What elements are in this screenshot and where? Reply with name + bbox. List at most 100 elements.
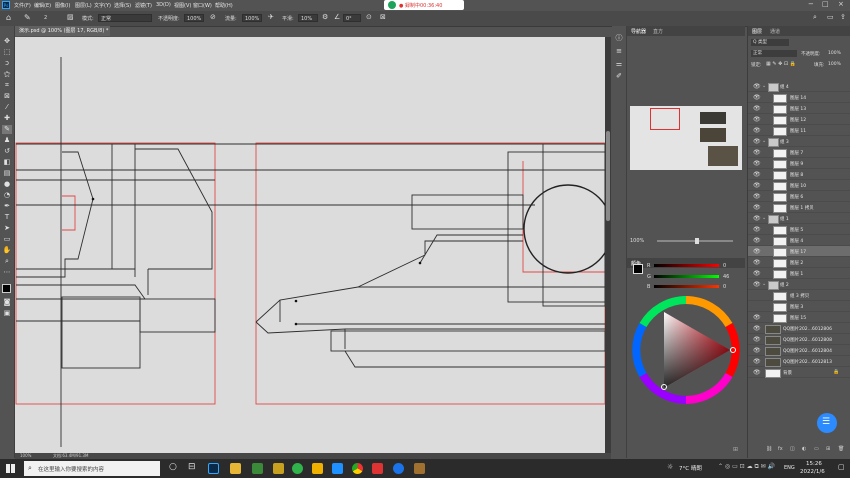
hand-tool-icon[interactable]: ✋ (2, 246, 12, 255)
document-tab[interactable]: 演示.psd @ 100% (图层 17, RGB/8) * (15, 26, 110, 36)
eye-icon[interactable]: 👁 (753, 116, 761, 123)
clock-time[interactable]: 15:26 (806, 461, 822, 467)
chevron-down-icon[interactable]: ⌄ (762, 215, 766, 221)
blend-mode-select[interactable]: 正常 (751, 50, 797, 57)
app-icon-3[interactable] (292, 463, 303, 474)
windows-start-icon[interactable] (6, 464, 15, 473)
mask-icon[interactable]: ◫ (790, 446, 795, 452)
taskbar-search-box[interactable]: ⌕ 在这里输入你要搜索的内容 (24, 461, 160, 476)
g-value[interactable]: 46 (723, 274, 729, 280)
eye-icon[interactable]: 👁 (753, 314, 761, 321)
tab-navigator[interactable]: 导航器 (631, 28, 646, 35)
maximize-icon[interactable]: □ (822, 0, 829, 8)
layer-row[interactable]: 👁 图层 12 (748, 114, 850, 125)
panel-resize-icon[interactable]: ⊞ (733, 446, 738, 453)
task-view-icon[interactable]: ○ (169, 462, 177, 472)
eye-icon[interactable]: 👁 (753, 369, 761, 376)
quick-mask-icon[interactable]: ◙ (2, 298, 12, 307)
eye-icon[interactable]: 👁 (753, 259, 761, 266)
layer-row[interactable]: 👁 QQ图片202...6012808 (748, 334, 850, 345)
eye-icon[interactable]: 👁 (753, 193, 761, 200)
smooth-field[interactable]: 10% (298, 14, 318, 22)
screen-mode-icon[interactable]: ▣ (2, 309, 12, 318)
chevron-down-icon[interactable]: ⌄ (762, 281, 766, 287)
layer-row[interactable]: 👁 QQ图片202...6012813 (748, 356, 850, 367)
layer-opacity-value[interactable]: 100% (828, 51, 841, 56)
gradient-tool-icon[interactable]: ▤ (2, 169, 12, 178)
layer-row[interactable]: 👁 图层 6 (748, 191, 850, 202)
layer-row[interactable]: 👁 ⌄ 组 1 (748, 213, 850, 224)
navigator-zoom-handle[interactable] (695, 238, 699, 244)
menu-layer[interactable]: 图层(L) (75, 2, 92, 9)
app-icon-4[interactable] (312, 463, 323, 474)
file-explorer-icon[interactable] (230, 463, 241, 474)
crop-tool-icon[interactable]: ⌗ (2, 81, 12, 90)
eye-icon[interactable]: 👁 (753, 336, 761, 343)
foreground-color-swatch[interactable] (2, 284, 11, 293)
chevron-down-icon[interactable]: ⌄ (762, 138, 766, 144)
multitask-icon[interactable]: ⊟ (188, 462, 196, 472)
eye-icon[interactable]: 👁 (753, 160, 761, 167)
layer-row[interactable]: 👁 图层 7 (748, 147, 850, 158)
layer-row[interactable]: 图层 3 (748, 301, 850, 312)
new-layer-icon[interactable]: ⊞ (826, 446, 830, 452)
eye-icon[interactable]: 👁 (753, 347, 761, 354)
close-icon[interactable]: × (838, 0, 844, 8)
eye-icon[interactable]: 👁 (753, 281, 761, 288)
r-slider[interactable] (654, 264, 719, 267)
brush-tool-icon[interactable]: ✎ (24, 13, 31, 22)
workspace-icon[interactable]: ▭ (827, 13, 834, 21)
tray-icons[interactable]: ⌃ ◎ ▭ ⊡ ☁ ⧉ ✉ 🔊 (718, 463, 775, 471)
layer-row[interactable]: 👁 图层 15 (748, 312, 850, 323)
home-icon[interactable]: ⌂ (6, 13, 11, 22)
canvas[interactable] (15, 37, 605, 453)
dodge-tool-icon[interactable]: ◔ (2, 191, 12, 200)
info-icon[interactable]: ⓘ (614, 34, 624, 43)
layer-row[interactable]: 👁 QQ图片202...6012804 (748, 345, 850, 356)
brush-size-value[interactable]: 2 (44, 15, 47, 21)
weather-text[interactable]: 7°C 晴朗 (679, 464, 702, 472)
eye-icon[interactable]: 👁 (753, 270, 761, 277)
brush-tool-icon[interactable]: ✎ (2, 125, 12, 134)
notification-icon[interactable]: ▢ (838, 463, 845, 471)
b-value[interactable]: 0 (723, 284, 726, 290)
brush-preset-icon[interactable]: ✐ (614, 72, 624, 81)
app-icon-7[interactable] (393, 463, 404, 474)
eye-icon[interactable]: 👁 (753, 237, 761, 244)
g-slider[interactable] (654, 275, 719, 278)
blur-tool-icon[interactable]: ● (2, 180, 12, 189)
layer-row[interactable]: 👁 图层 11 (748, 125, 850, 136)
marquee-tool-icon[interactable]: ⬚ (2, 48, 12, 57)
eye-icon[interactable]: 👁 (753, 138, 761, 145)
adjustment-layer-icon[interactable]: ◐ (802, 446, 806, 452)
layer-row[interactable]: 👁 ⌄ 组 3 (748, 136, 850, 147)
lock-icon[interactable]: 🔒 (833, 369, 839, 375)
layer-row[interactable]: 👁 QQ图片202...6012806 (748, 323, 850, 334)
color-wheel[interactable] (630, 294, 742, 406)
eye-icon[interactable]: 👁 (753, 182, 761, 189)
layer-row[interactable]: 👁 图层 2 (748, 257, 850, 268)
layer-row[interactable]: 👁 图层 5 (748, 224, 850, 235)
gear-icon[interactable]: ⚙ (322, 13, 328, 21)
menu-type[interactable]: 文字(Y) (94, 2, 111, 9)
frame-tool-icon[interactable]: ⊠ (2, 92, 12, 101)
layer-row[interactable]: 👁 ⌄ 组 2 (748, 279, 850, 290)
healing-brush-tool-icon[interactable]: ✚ (2, 114, 12, 123)
zoom-tool-icon[interactable]: ⌕ (2, 257, 12, 266)
eye-icon[interactable]: 👁 (753, 358, 761, 365)
opacity-field[interactable]: 100% (184, 14, 204, 22)
layer-row[interactable]: 👁 图层 1 (748, 268, 850, 279)
fx-icon[interactable]: fx (778, 446, 783, 452)
input-language[interactable]: ENG (784, 465, 795, 471)
app-icon-5[interactable] (332, 463, 343, 474)
eraser-tool-icon[interactable]: ◧ (2, 158, 12, 167)
eye-icon[interactable]: 👁 (753, 149, 761, 156)
menu-file[interactable]: 文件(F) (14, 2, 31, 9)
menu-help[interactable]: 帮助(H) (215, 2, 233, 9)
eye-icon[interactable]: 👁 (753, 105, 761, 112)
color-fg-swatch[interactable] (633, 264, 643, 274)
layer-row[interactable]: 👁 图层 1 拷贝 (748, 202, 850, 213)
share-icon[interactable]: ⇪ (840, 13, 846, 21)
layer-row[interactable]: 👁 图层 14 (748, 92, 850, 103)
eye-icon[interactable]: 👁 (753, 171, 761, 178)
